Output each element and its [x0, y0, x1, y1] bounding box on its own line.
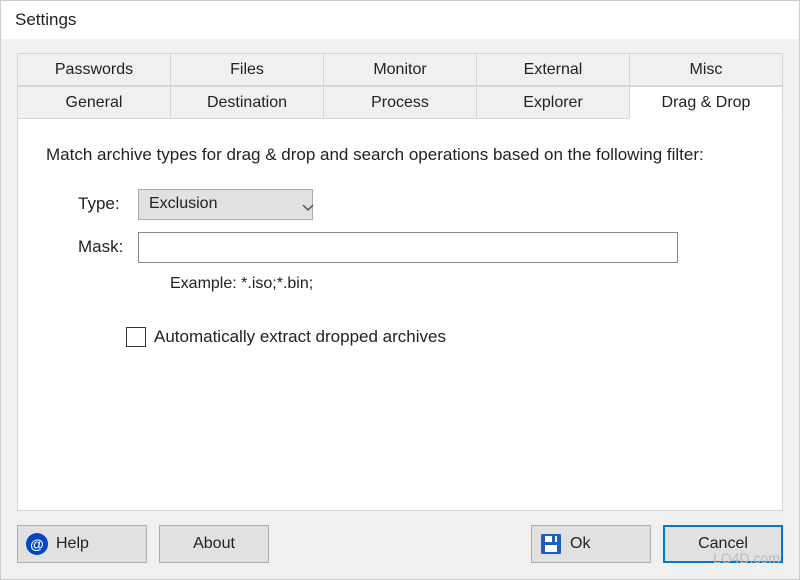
save-icon [540, 533, 562, 555]
tab-label: Explorer [523, 94, 583, 112]
tab-label: Process [371, 94, 429, 112]
mask-input[interactable] [138, 232, 678, 263]
settings-window: Settings Passwords Files Monitor Externa… [0, 0, 800, 580]
panel-description: Match archive types for drag & drop and … [46, 143, 754, 167]
about-button[interactable]: About [159, 525, 269, 563]
type-dropdown[interactable]: Exclusion [138, 189, 313, 220]
type-value: Exclusion [149, 195, 217, 213]
about-label: About [193, 535, 235, 553]
cancel-label: Cancel [698, 535, 748, 553]
tab-passwords[interactable]: Passwords [17, 53, 171, 86]
ok-button[interactable]: Ok [531, 525, 651, 563]
tab-panel-drag-drop: Match archive types for drag & drop and … [17, 118, 783, 511]
tab-row-2: General Destination Process Explorer Dra… [17, 86, 783, 119]
auto-extract-checkbox[interactable] [126, 327, 146, 347]
tab-label: Monitor [373, 61, 426, 79]
type-label: Type: [46, 194, 138, 214]
tab-process[interactable]: Process [323, 86, 477, 119]
help-label: Help [56, 535, 89, 553]
cancel-button[interactable]: Cancel [663, 525, 783, 563]
mask-label: Mask: [46, 237, 138, 257]
tab-label: Passwords [55, 61, 133, 79]
auto-extract-label: Automatically extract dropped archives [154, 327, 446, 347]
auto-extract-row: Automatically extract dropped archives [126, 327, 754, 347]
tab-destination[interactable]: Destination [170, 86, 324, 119]
mask-field-row: Mask: [46, 232, 754, 263]
tab-files[interactable]: Files [170, 53, 324, 86]
tab-label: Drag & Drop [662, 94, 751, 112]
tab-label: Files [230, 61, 264, 79]
at-icon: @ [26, 533, 48, 555]
titlebar: Settings [1, 1, 799, 39]
help-button[interactable]: @ Help [17, 525, 147, 563]
example-text: Example: *.iso;*.bin; [170, 275, 754, 293]
tab-label: Destination [207, 94, 287, 112]
content-area: Passwords Files Monitor External Misc Ge… [1, 39, 799, 511]
tab-misc[interactable]: Misc [629, 53, 783, 86]
ok-label: Ok [570, 535, 590, 553]
window-title: Settings [15, 10, 76, 30]
tab-general[interactable]: General [17, 86, 171, 119]
tab-row-1: Passwords Files Monitor External Misc [17, 53, 783, 86]
tab-label: General [66, 94, 123, 112]
tab-label: Misc [690, 61, 723, 79]
tab-drag-drop[interactable]: Drag & Drop [629, 86, 783, 119]
tab-explorer[interactable]: Explorer [476, 86, 630, 119]
button-bar: @ Help About Ok Cancel [1, 511, 799, 579]
tabs-container: Passwords Files Monitor External Misc Ge… [17, 53, 783, 511]
type-field-row: Type: Exclusion [46, 189, 754, 220]
tab-monitor[interactable]: Monitor [323, 53, 477, 86]
tab-label: External [524, 61, 583, 79]
tab-external[interactable]: External [476, 53, 630, 86]
